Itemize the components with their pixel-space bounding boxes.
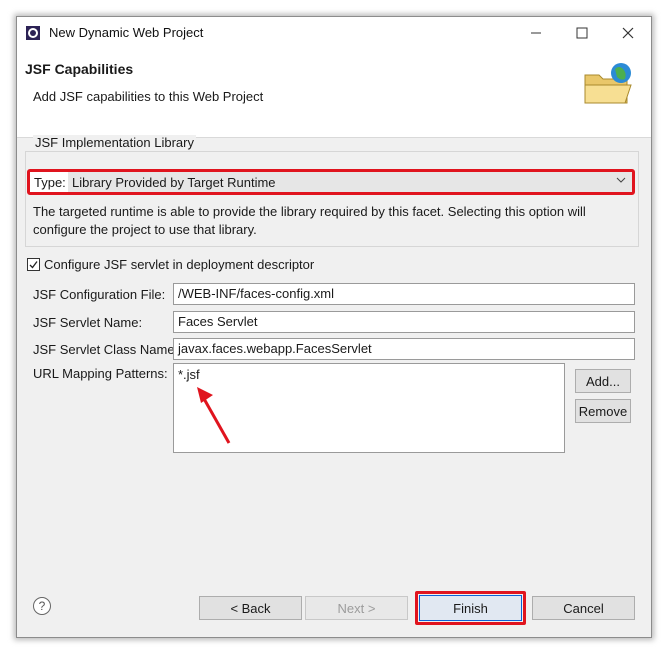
- maximize-icon[interactable]: [559, 17, 605, 49]
- configure-servlet-label: Configure JSF servlet in deployment desc…: [44, 257, 315, 272]
- add-button[interactable]: Add...: [575, 369, 631, 393]
- title-bar: New Dynamic Web Project: [17, 17, 651, 49]
- wizard-folder-globe-icon: [584, 63, 632, 104]
- red-arrow-annotation: [197, 387, 231, 444]
- cancel-button[interactable]: Cancel: [532, 596, 635, 620]
- type-value: Library Provided by Target Runtime: [72, 175, 276, 190]
- wizard-header: JSF Capabilities Add JSF capabilities to…: [17, 49, 651, 138]
- wizard-dialog: New Dynamic Web Project JSF Capabilities…: [16, 16, 652, 638]
- remove-button[interactable]: Remove: [575, 399, 631, 423]
- help-icon[interactable]: ?: [33, 597, 51, 615]
- window-title: New Dynamic Web Project: [49, 25, 204, 40]
- config-file-field[interactable]: /WEB-INF/faces-config.xml: [173, 283, 635, 305]
- servlet-class-field[interactable]: javax.faces.webapp.FacesServlet: [173, 338, 635, 360]
- chevron-down-icon[interactable]: [616, 174, 626, 188]
- list-item[interactable]: *.jsf: [178, 367, 200, 382]
- page-title: JSF Capabilities: [25, 61, 134, 77]
- configure-servlet-checkbox[interactable]: [27, 258, 40, 271]
- type-label: Type:: [34, 175, 66, 190]
- servlet-name-field[interactable]: Faces Servlet: [173, 311, 635, 333]
- implementation-group-label: JSF Implementation Library: [33, 135, 196, 150]
- page-subtitle: Add JSF capabilities to this Web Project: [33, 89, 264, 104]
- servlet-name-label: JSF Servlet Name:: [33, 315, 143, 330]
- type-dropdown[interactable]: Type: Library Provided by Target Runtime: [27, 169, 635, 195]
- eclipse-app-icon: [26, 26, 40, 40]
- next-button[interactable]: Next >: [305, 596, 408, 620]
- close-icon[interactable]: [605, 17, 651, 49]
- servlet-class-label: JSF Servlet Class Name:: [33, 342, 179, 357]
- finish-highlight-annotation: [415, 591, 526, 625]
- implementation-description: The targeted runtime is able to provide …: [33, 204, 586, 237]
- minimize-icon[interactable]: [513, 17, 559, 49]
- url-mapping-label: URL Mapping Patterns:: [33, 366, 168, 381]
- back-button[interactable]: < Back: [199, 596, 302, 620]
- config-file-label: JSF Configuration File:: [33, 287, 166, 302]
